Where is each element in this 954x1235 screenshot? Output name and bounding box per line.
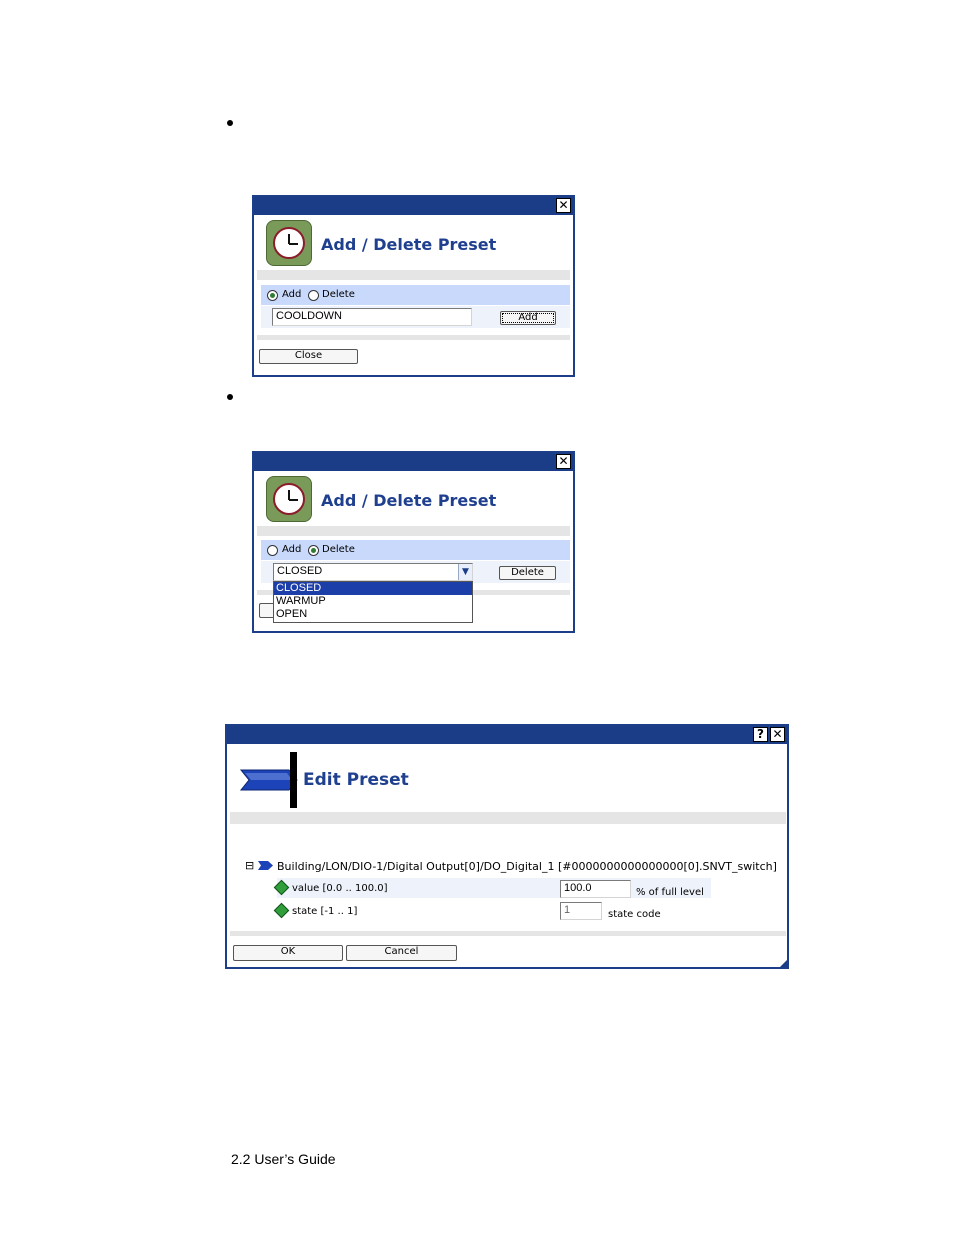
delete-radio-label: Delete — [322, 544, 355, 555]
dialog-title: Edit Preset — [303, 770, 409, 790]
delete-button[interactable]: Delete — [499, 566, 556, 580]
preset-name-input[interactable]: COOLDOWN — [272, 308, 472, 326]
dialog-title: Add / Delete Preset — [321, 491, 497, 510]
cancel-button[interactable]: Cancel — [346, 945, 457, 961]
add-radio[interactable] — [267, 545, 278, 556]
separator-band — [257, 526, 570, 536]
chevron-down-icon[interactable]: ▼ — [458, 564, 472, 580]
add-delete-preset-dialog-add: ✕ Add / Delete Preset Add Delete COOLDOW… — [252, 195, 575, 377]
state-diamond-icon — [273, 902, 290, 919]
page-footer: 2.2 User’s Guide — [231, 1151, 336, 1167]
close-button[interactable]: Close — [259, 349, 358, 364]
state-input[interactable]: 1 — [560, 902, 602, 920]
close-icon[interactable]: ✕ — [556, 198, 571, 213]
ok-button[interactable]: OK — [233, 945, 343, 961]
delete-radio[interactable] — [308, 545, 319, 556]
tree-path[interactable]: Building/LON/DIO-1/Digital Output[0]/DO_… — [277, 860, 777, 873]
mode-row: Add Delete — [261, 540, 570, 560]
preset-options-list: CLOSED WARMUP OPEN — [273, 581, 473, 623]
add-radio[interactable] — [267, 290, 278, 301]
dialog-titlebar: ? ✕ — [227, 726, 787, 744]
delete-radio[interactable] — [308, 290, 319, 301]
state-unit: state code — [608, 909, 661, 920]
dialog-titlebar: ✕ — [254, 453, 573, 471]
dialog-title: Add / Delete Preset — [321, 235, 497, 254]
resize-grip-icon[interactable] — [780, 960, 787, 967]
add-radio-label: Add — [282, 289, 302, 300]
separator-band-2 — [230, 931, 786, 936]
close-icon[interactable]: ✕ — [770, 727, 785, 742]
separator-band — [257, 270, 570, 280]
value-label: value [0.0 .. 100.0] — [292, 883, 388, 894]
collapse-icon[interactable]: ⊟ — [245, 859, 254, 872]
value-input[interactable]: 100.0 — [560, 880, 631, 898]
delete-radio-label: Delete — [322, 289, 355, 300]
add-button[interactable]: Add — [500, 311, 556, 325]
clock-icon — [266, 220, 312, 266]
clock-icon — [266, 476, 312, 522]
edit-preset-dialog: ? ✕ Edit Preset ⊟ Building/LON/DIO-1/Dig… — [225, 724, 789, 969]
state-label: state [-1 .. 1] — [292, 906, 358, 917]
preset-select-value: CLOSED — [277, 565, 323, 577]
help-icon[interactable]: ? — [753, 727, 768, 742]
bullet-2 — [227, 394, 233, 400]
option-warmup[interactable]: WARMUP — [274, 595, 472, 608]
arrow-icon — [239, 752, 298, 808]
bullet-1 — [227, 120, 233, 126]
separator-band — [230, 812, 786, 824]
option-open[interactable]: OPEN — [274, 608, 472, 621]
datapoint-arrow-icon — [258, 861, 273, 870]
separator-band-2 — [257, 335, 570, 340]
dialog-titlebar: ✕ — [254, 197, 573, 215]
preset-select[interactable]: CLOSED — [273, 563, 473, 581]
add-delete-preset-dialog-delete: ✕ Add / Delete Preset Add Delete CLOSED … — [252, 451, 575, 633]
add-radio-label: Add — [282, 544, 302, 555]
option-closed[interactable]: CLOSED — [274, 582, 472, 595]
close-icon[interactable]: ✕ — [556, 454, 571, 469]
value-unit: % of full level — [636, 887, 704, 898]
mode-row: Add Delete — [261, 285, 570, 305]
